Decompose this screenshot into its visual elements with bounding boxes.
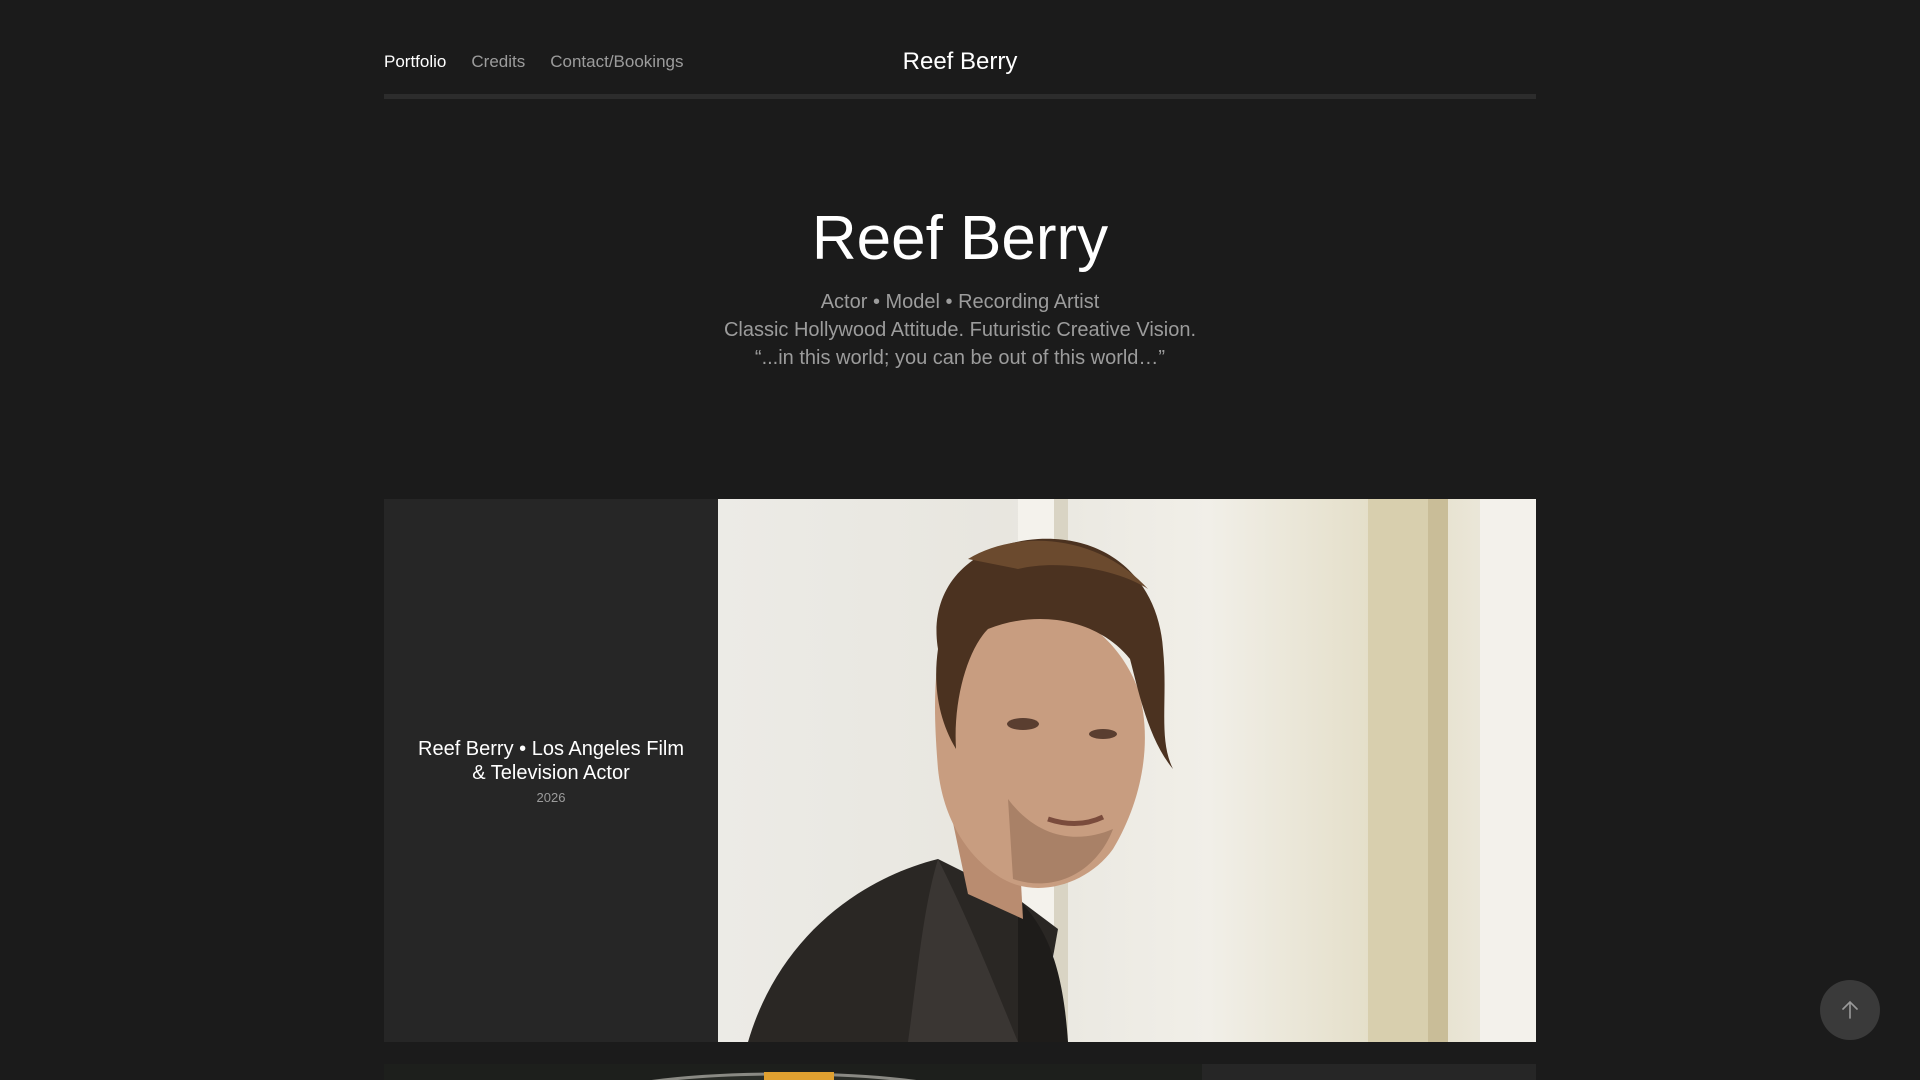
project-cover-photo-next[interactable] xyxy=(384,1064,1202,1080)
site-title[interactable]: Reef Berry xyxy=(384,48,1536,76)
project-card: Reef Berry • Los Angeles Film & Televisi… xyxy=(384,499,1536,1042)
header-divider xyxy=(384,94,1536,99)
project-cover-photo[interactable] xyxy=(718,499,1536,1042)
arrow-up-icon xyxy=(1842,1000,1858,1019)
portrait-illustration xyxy=(748,499,1536,1042)
site-header: Portfolio Credits Contact/Bookings Reef … xyxy=(384,0,1536,100)
hero-quote: “...in this world; you can be out of thi… xyxy=(754,347,1166,369)
next-cover-illustration xyxy=(651,1072,917,1080)
hero: Reef Berry Actor • Model • Recording Art… xyxy=(384,200,1536,372)
page: Portfolio Credits Contact/Bookings Reef … xyxy=(0,0,1920,1080)
hero-tagline: Actor • Model • Recording Artist xyxy=(820,291,1100,313)
project-card-next xyxy=(384,1064,1536,1080)
hero-subtitle: Classic Hollywood Attitude. Futuristic C… xyxy=(723,319,1197,341)
project-title: Reef Berry • Los Angeles Film & Televisi… xyxy=(418,737,684,784)
hero-name: Reef Berry xyxy=(811,204,1109,273)
project-year: 2026 xyxy=(536,789,566,805)
back-to-top-button[interactable] xyxy=(1820,980,1880,1040)
project-card-info[interactable]: Reef Berry • Los Angeles Film & Televisi… xyxy=(384,499,718,1042)
project-card-next-info[interactable] xyxy=(1202,1064,1536,1080)
